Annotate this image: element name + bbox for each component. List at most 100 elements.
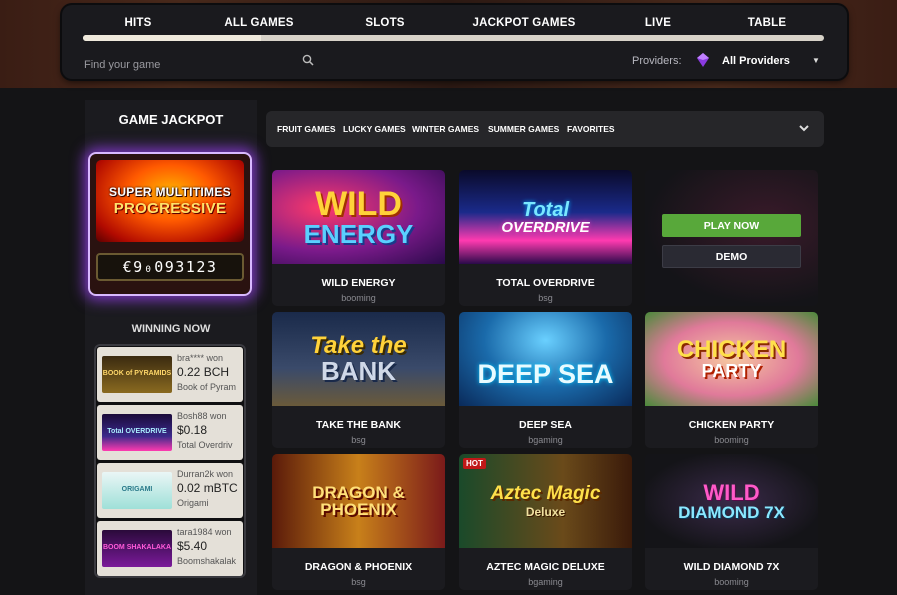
- game-provider: bgaming: [528, 435, 563, 445]
- winner-thumbnail: ORIGAMI: [102, 472, 172, 509]
- game-logo-line2: OVERDRIVE: [501, 218, 590, 236]
- chevron-down-icon[interactable]: ▼: [812, 56, 820, 65]
- game-card-take-the-bank[interactable]: Take the BANK TAKE THE BANK bsg: [272, 312, 445, 448]
- winner-game: Total Overdriv: [177, 440, 233, 450]
- nav-slots[interactable]: SLOTS: [365, 17, 404, 29]
- game-title: WILD DIAMOND 7X: [683, 561, 780, 573]
- game-thumbnail: Total OVERDRIVE: [459, 170, 632, 264]
- providers-label: Providers:: [632, 55, 682, 67]
- game-card-wild-diamond-7x[interactable]: WILD DIAMOND 7X WILD DIAMOND 7X booming: [645, 454, 818, 590]
- nav-progress-bar: [83, 35, 824, 41]
- category-summer-games[interactable]: SUMMER GAMES: [488, 124, 559, 134]
- category-favorites[interactable]: FAVORITES: [567, 124, 615, 134]
- providers-dropdown[interactable]: All Providers: [722, 55, 790, 67]
- winner-thumb-label: BOOM SHAKALAKA: [102, 544, 172, 551]
- demo-button[interactable]: DEMO: [662, 245, 801, 268]
- search-input[interactable]: [82, 53, 322, 77]
- game-logo-line2: Deluxe: [525, 505, 566, 519]
- game-logo-line2: PHOENIX: [320, 500, 397, 519]
- top-navigation: HITS ALL GAMES SLOTS JACKPOT GAMES LIVE …: [62, 5, 847, 79]
- winner-game: Boomshakalak: [177, 556, 237, 566]
- game-provider: bgaming: [528, 577, 563, 587]
- nav-hits[interactable]: HITS: [125, 17, 152, 29]
- search-icon[interactable]: [302, 54, 314, 66]
- nav-progress-fill: [83, 35, 261, 41]
- game-card-deep-sea[interactable]: DEEP SEA DEEP SEA bgaming: [459, 312, 632, 448]
- game-provider: bsg: [351, 577, 366, 587]
- winner-item[interactable]: Total OVERDRIVE Bosh88 won $0.18 Total O…: [97, 405, 243, 460]
- nav-all-games[interactable]: ALL GAMES: [224, 17, 293, 29]
- play-now-button[interactable]: PLAY NOW: [662, 214, 801, 237]
- game-card-chicken-party[interactable]: CHICKEN PARTY CHICKEN PARTY booming: [645, 312, 818, 448]
- game-card-aztec-magic-deluxe[interactable]: Aztec Magic Deluxe HOT AZTEC MAGIC DELUX…: [459, 454, 632, 590]
- jackpot-logo-line1: SUPER MULTITIMES: [109, 185, 231, 199]
- game-thumbnail: DRAGON & PHOENIX: [272, 454, 445, 548]
- nav-live[interactable]: LIVE: [645, 17, 671, 29]
- jackpot-counter: €9₀093123: [96, 253, 244, 281]
- game-logo-line2: DIAMOND 7X: [678, 502, 785, 522]
- game-logo-line2: BANK: [320, 356, 397, 386]
- category-fruit-games[interactable]: FRUIT GAMES: [277, 124, 336, 134]
- nav-jackpot-games[interactable]: JACKPOT GAMES: [473, 17, 576, 29]
- game-card-hover[interactable]: PLAY NOW DEMO: [645, 170, 818, 306]
- game-title: DEEP SEA: [519, 419, 572, 431]
- jackpot-logo-line2: PROGRESSIVE: [113, 200, 227, 217]
- winner-game: Origami: [177, 498, 209, 508]
- winner-thumb-label: BOOK of PYRAMIDS: [102, 370, 172, 377]
- game-title: WILD ENERGY: [321, 277, 396, 289]
- game-provider: booming: [714, 577, 749, 587]
- game-card-wild-energy[interactable]: WILD ENERGY WILD ENERGY booming: [272, 170, 445, 306]
- winner-amount: $5.40: [177, 539, 208, 553]
- game-logo-line1: WILD: [703, 479, 760, 505]
- game-card-dragon-phoenix[interactable]: DRAGON & PHOENIX DRAGON & PHOENIX bsg: [272, 454, 445, 590]
- game-title: TAKE THE BANK: [316, 419, 401, 431]
- winner-amount: $0.18: [177, 423, 208, 437]
- winner-thumbnail: BOOK of PYRAMIDS: [102, 356, 172, 393]
- game-thumbnail: [645, 170, 818, 306]
- winner-thumb-label: ORIGAMI: [121, 486, 153, 493]
- game-logo-line1: CHICKEN: [676, 336, 787, 363]
- jackpot-title: GAME JACKPOT: [118, 112, 224, 127]
- winner-name: bra**** won: [177, 353, 224, 363]
- winner-amount: 0.22 BCH: [177, 365, 230, 379]
- game-logo-line2: PARTY: [701, 361, 762, 381]
- winner-game: Book of Pyram: [177, 382, 237, 392]
- game-provider: bsg: [538, 293, 553, 303]
- hot-badge: HOT: [463, 458, 486, 469]
- game-provider: bsg: [351, 435, 366, 445]
- winner-thumbnail: Total OVERDRIVE: [102, 414, 172, 451]
- game-logo-line1: Take the: [310, 332, 407, 359]
- winner-name: tara1984 won: [177, 527, 232, 537]
- game-provider: booming: [714, 435, 749, 445]
- jackpot-panel[interactable]: SUPER MULTITIMES PROGRESSIVE €9₀093123: [88, 152, 252, 296]
- game-thumbnail: WILD DIAMOND 7X: [645, 454, 818, 548]
- game-thumbnail: Take the BANK: [272, 312, 445, 406]
- winner-name: Durran2k won: [177, 469, 234, 479]
- category-bar: FRUIT GAMES LUCKY GAMES WINTER GAMES SUM…: [266, 111, 824, 147]
- gem-icon: [697, 53, 709, 67]
- game-logo-line1: DEEP SEA: [477, 358, 614, 389]
- category-winter-games[interactable]: WINTER GAMES: [412, 124, 479, 134]
- game-title: TOTAL OVERDRIVE: [496, 277, 595, 289]
- winner-name: Bosh88 won: [177, 411, 227, 421]
- chevron-down-icon[interactable]: [798, 122, 810, 134]
- winner-amount: 0.02 mBTC: [177, 481, 238, 495]
- winning-now-title: WINNING NOW: [131, 323, 211, 335]
- category-lucky-games[interactable]: LUCKY GAMES: [343, 124, 406, 134]
- game-thumbnail: WILD ENERGY: [272, 170, 445, 264]
- winner-item[interactable]: BOOM SHAKALAKA tara1984 won $5.40 Boomsh…: [97, 521, 243, 576]
- winner-item[interactable]: BOOK of PYRAMIDS bra**** won 0.22 BCH Bo…: [97, 347, 243, 402]
- game-logo-line1: Aztec Magic: [490, 483, 601, 504]
- game-thumbnail: CHICKEN PARTY: [645, 312, 818, 406]
- game-thumbnail: DEEP SEA: [459, 312, 632, 406]
- game-card-total-overdrive[interactable]: Total OVERDRIVE TOTAL OVERDRIVE bsg: [459, 170, 632, 306]
- winner-item[interactable]: ORIGAMI Durran2k won 0.02 mBTC Origami: [97, 463, 243, 518]
- game-logo-line1: DRAGON &: [312, 483, 405, 502]
- game-title: CHICKEN PARTY: [688, 419, 775, 431]
- game-logo-line2: ENERGY: [303, 219, 414, 249]
- winner-thumbnail: BOOM SHAKALAKA: [102, 530, 172, 567]
- nav-table[interactable]: TABLE: [748, 17, 786, 29]
- game-title: DRAGON & PHOENIX: [304, 561, 413, 573]
- sidebar: GAME JACKPOT SUPER MULTITIMES PROGRESSIV…: [85, 100, 257, 595]
- game-logo-line1: Total: [521, 198, 570, 221]
